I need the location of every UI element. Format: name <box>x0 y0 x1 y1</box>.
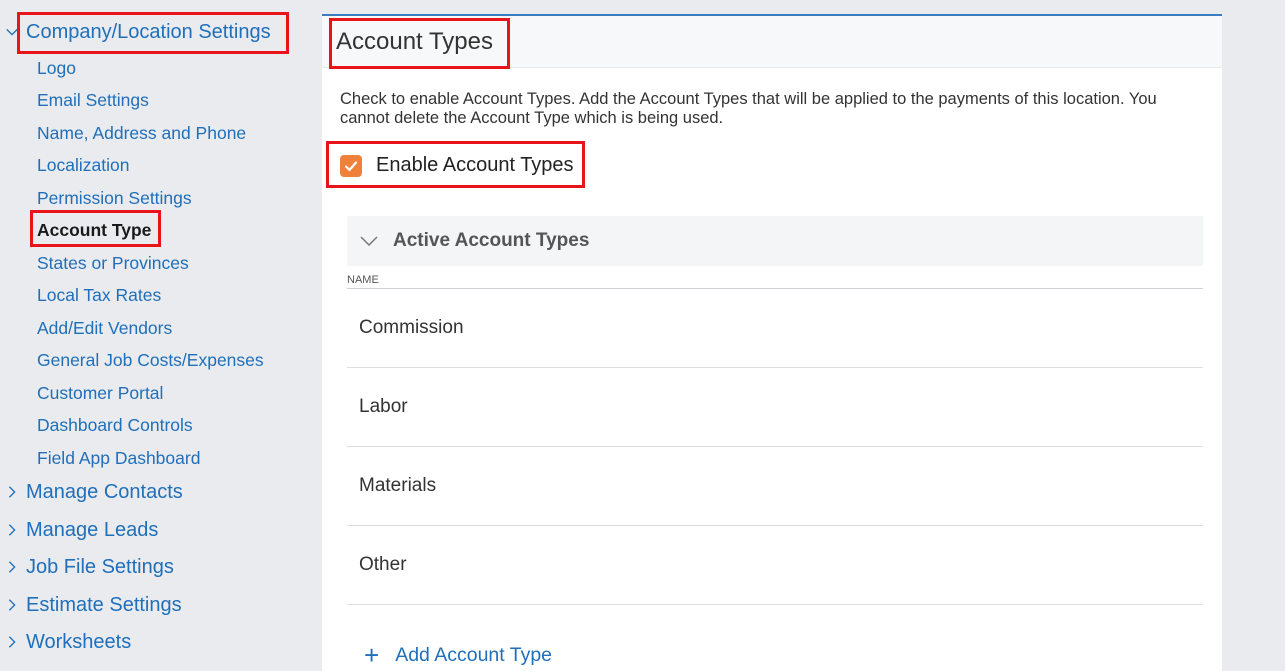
sidebar-item-account-type[interactable]: Account Type <box>37 218 151 242</box>
active-account-types-header[interactable]: Active Account Types <box>347 216 1203 266</box>
sidebar-section-manage-leads[interactable]: Manage Leads <box>4 515 158 545</box>
sidebar-section-label: Company/Location Settings <box>26 20 271 43</box>
add-account-type-button[interactable]: + Add Account Type <box>364 642 552 668</box>
sidebar-section-job-file-settings[interactable]: Job File Settings <box>4 552 174 582</box>
chevron-right-icon <box>4 522 20 538</box>
sidebar-item-dashboard-controls[interactable]: Dashboard Controls <box>37 413 193 437</box>
page-description: Check to enable Account Types. Add the A… <box>340 90 1157 127</box>
enable-account-types-checkbox[interactable]: Enable Account Types <box>340 154 574 177</box>
chevron-right-icon <box>4 484 20 500</box>
page-title: Account Types <box>336 27 493 55</box>
sidebar-section-label: Manage Contacts <box>26 480 183 503</box>
sidebar-item-general-job-costs[interactable]: General Job Costs/Expenses <box>37 348 264 372</box>
column-header-name[interactable]: NAME <box>347 274 1203 289</box>
chevron-right-icon <box>4 597 20 613</box>
sidebar-section-label: Estimate Settings <box>26 593 182 616</box>
chevron-right-icon <box>4 559 20 575</box>
sidebar-item-customer-portal[interactable]: Customer Portal <box>37 381 163 405</box>
table-row[interactable]: Other <box>347 526 1203 605</box>
plus-icon: + <box>364 640 380 670</box>
sidebar: Company/Location Settings Logo Email Set… <box>0 0 310 671</box>
sidebar-section-label: Manage Leads <box>26 518 159 541</box>
sidebar-section-label: Worksheets <box>26 630 132 653</box>
sidebar-section-label: Job File Settings <box>26 555 174 578</box>
sidebar-item-permission-settings[interactable]: Permission Settings <box>37 186 192 210</box>
table-row[interactable]: Commission <box>347 289 1203 368</box>
sidebar-item-logo[interactable]: Logo <box>37 56 76 80</box>
check-icon[interactable] <box>340 154 362 177</box>
sidebar-section-manage-contacts[interactable]: Manage Contacts <box>4 477 183 507</box>
chevron-down-icon <box>359 235 379 247</box>
chevron-down-icon <box>4 24 20 40</box>
sidebar-section-worksheets[interactable]: Worksheets <box>4 627 131 657</box>
sidebar-section-company-location-settings[interactable]: Company/Location Settings <box>4 17 271 47</box>
active-account-types-panel: Active Account Types NAME Commission Lab… <box>347 216 1203 605</box>
chevron-right-icon <box>4 634 20 650</box>
add-account-type-label: Add Account Type <box>395 643 553 666</box>
sidebar-item-email-settings[interactable]: Email Settings <box>37 88 149 112</box>
sidebar-section-estimate-settings[interactable]: Estimate Settings <box>4 590 182 620</box>
table-row[interactable]: Materials <box>347 447 1203 526</box>
page-header: Account Types <box>322 16 1222 68</box>
sidebar-item-local-tax-rates[interactable]: Local Tax Rates <box>37 283 161 307</box>
sidebar-item-add-edit-vendors[interactable]: Add/Edit Vendors <box>37 316 172 340</box>
sidebar-item-name-address-phone[interactable]: Name, Address and Phone <box>37 121 246 145</box>
sidebar-item-field-app-dashboard[interactable]: Field App Dashboard <box>37 446 200 470</box>
panel-title: Active Account Types <box>393 230 590 251</box>
sidebar-item-localization[interactable]: Localization <box>37 153 129 177</box>
main-content: Account Types Check to enable Account Ty… <box>322 14 1222 671</box>
enable-account-types-label: Enable Account Types <box>376 154 574 176</box>
table-row[interactable]: Labor <box>347 368 1203 447</box>
sidebar-item-states-provinces[interactable]: States or Provinces <box>37 251 189 275</box>
